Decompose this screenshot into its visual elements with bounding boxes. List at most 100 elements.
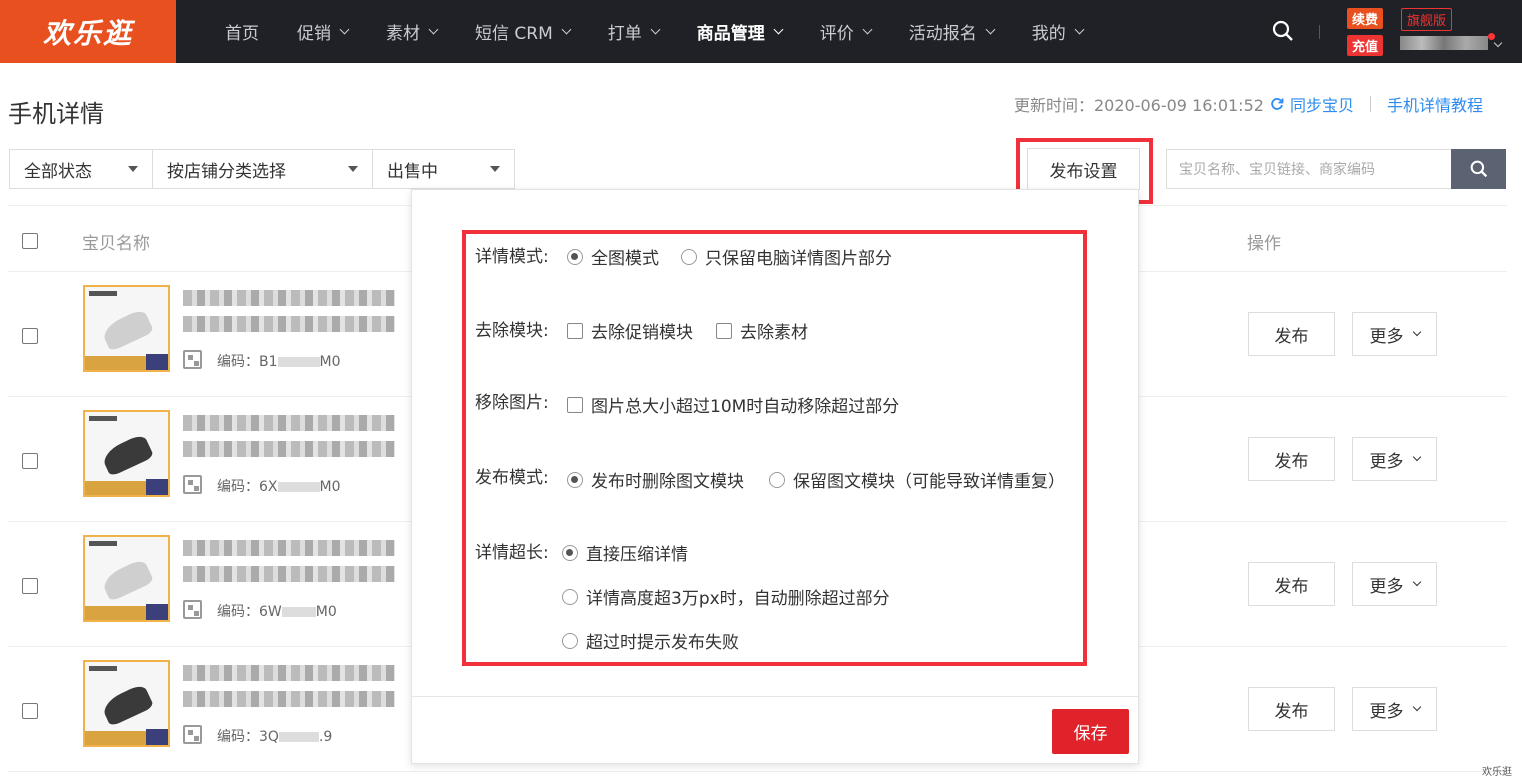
- checkbox-auto-remove-images[interactable]: 图片总大小超过10M时自动移除超过部分: [567, 392, 899, 417]
- code-prefix: 编码：: [217, 729, 259, 745]
- qr-code-icon[interactable]: [183, 350, 202, 369]
- nav-label: 活动报名: [908, 24, 977, 44]
- renew-badge[interactable]: 续费: [1347, 8, 1384, 29]
- shoe-image: [99, 683, 155, 727]
- product-title-blurred[interactable]: [183, 566, 395, 582]
- option-label: 去除促销模块: [591, 323, 693, 343]
- nav-item-sms-crm[interactable]: 短信 CRM: [475, 19, 572, 44]
- save-button[interactable]: 保存: [1052, 709, 1129, 754]
- qr-code-icon[interactable]: [183, 725, 202, 744]
- filter-bar: 全部状态 按店铺分类选择 出售中: [9, 149, 515, 189]
- radio-keep-graphic-module[interactable]: 保留图文模块（可能导致详情重复）: [769, 467, 1065, 492]
- product-title-blurred[interactable]: [183, 540, 395, 556]
- sync-goods-link[interactable]: 同步宝贝: [1290, 92, 1354, 116]
- product-title-blurred[interactable]: [183, 316, 395, 332]
- nav-item-mine[interactable]: 我的: [1032, 19, 1085, 44]
- sync-icon[interactable]: [1270, 97, 1284, 111]
- update-info: 更新时间：2020-06-09 16:01:52 同步宝贝 手机详情教程: [1014, 92, 1483, 116]
- radio-delete-graphic-module[interactable]: 发布时删除图文模块: [567, 467, 744, 492]
- more-label: 更多: [1369, 451, 1404, 472]
- chevron-down-icon[interactable]: [1493, 38, 1503, 48]
- radio-pc-images-only[interactable]: 只保留电脑详情图片部分: [681, 244, 892, 269]
- code-end: M0: [319, 354, 341, 370]
- watermark: 欢乐逛: [1482, 767, 1512, 778]
- checkbox-remove-material[interactable]: 去除素材: [716, 318, 808, 343]
- row-checkbox[interactable]: [22, 328, 38, 344]
- product-title-blurred[interactable]: [183, 441, 395, 457]
- checkbox-remove-promo-module[interactable]: 去除促销模块: [567, 318, 693, 343]
- chevron-down-icon: [1412, 577, 1421, 587]
- row-checkbox[interactable]: [22, 578, 38, 594]
- checkbox: [567, 322, 583, 339]
- select-value: 按店铺分类选择: [167, 161, 286, 182]
- nav-item-reviews[interactable]: 评价: [820, 19, 873, 44]
- product-title-blurred[interactable]: [183, 290, 395, 306]
- product-title-blurred[interactable]: [183, 691, 395, 707]
- publish-settings-button[interactable]: 发布设置: [1027, 148, 1140, 190]
- chevron-down-icon: [773, 24, 784, 35]
- chevron-down-icon: [650, 24, 661, 35]
- qr-code-icon[interactable]: [183, 475, 202, 494]
- sale-state-select[interactable]: 出售中: [372, 149, 515, 189]
- nav-label: 商品管理: [696, 24, 765, 44]
- select-all-checkbox[interactable]: [22, 233, 38, 249]
- radio-selected: [562, 544, 578, 561]
- radio-full-image-mode[interactable]: 全图模式: [567, 244, 659, 269]
- publish-button[interactable]: 发布: [1248, 437, 1335, 481]
- product-title-blurred[interactable]: [183, 415, 395, 431]
- product-thumbnail[interactable]: [83, 410, 170, 497]
- shoe-image: [99, 433, 155, 477]
- radio-prompt-publish-fail[interactable]: 超过时提示发布失败: [562, 628, 739, 653]
- column-header-action: 操作: [1247, 234, 1281, 254]
- nav-item-activity-signup[interactable]: 活动报名: [908, 19, 996, 44]
- code-blurred: [277, 357, 320, 367]
- user-name-blurred[interactable]: [1400, 36, 1488, 50]
- nav-item-home[interactable]: 首页: [225, 19, 259, 44]
- row-checkbox[interactable]: [22, 453, 38, 469]
- nav-label: 促销: [297, 24, 331, 44]
- radio-compress-detail[interactable]: 直接压缩详情: [562, 540, 688, 565]
- product-thumbnail[interactable]: [83, 535, 170, 622]
- row-checkbox[interactable]: [22, 703, 38, 719]
- nav-item-material[interactable]: 素材: [386, 19, 439, 44]
- caret-down-icon: [128, 166, 138, 172]
- recharge-badge[interactable]: 充值: [1347, 35, 1384, 56]
- product-thumbnail[interactable]: [83, 660, 170, 747]
- status-select[interactable]: 全部状态: [9, 149, 153, 189]
- publish-button[interactable]: 发布: [1248, 687, 1335, 731]
- publish-button[interactable]: 发布: [1248, 312, 1335, 356]
- option-label: 超过时提示发布失败: [586, 633, 739, 653]
- search-icon[interactable]: [1272, 20, 1294, 42]
- code-blurred: [281, 607, 316, 617]
- radio-unselected: [562, 588, 578, 605]
- radio-auto-delete-excess[interactable]: 详情高度超3万px时，自动删除超过部分: [562, 584, 890, 609]
- product-title-blurred[interactable]: [183, 665, 395, 681]
- nav-item-print[interactable]: 打单: [607, 19, 661, 44]
- thumb-strip: [146, 604, 168, 620]
- nav-item-goods-management[interactable]: 商品管理: [696, 19, 784, 44]
- radio-selected: [567, 248, 583, 265]
- search-input[interactable]: 宝贝名称、宝贝链接、商家编码: [1166, 149, 1452, 189]
- thumb-logo: [89, 541, 117, 546]
- category-select[interactable]: 按店铺分类选择: [152, 149, 373, 189]
- code-end: .9: [318, 729, 333, 745]
- radio-unselected: [769, 471, 785, 488]
- more-button[interactable]: 更多: [1352, 562, 1437, 606]
- more-button[interactable]: 更多: [1352, 312, 1437, 356]
- divider: [1319, 25, 1320, 39]
- qr-code-icon[interactable]: [183, 600, 202, 619]
- nav-label: 打单: [607, 24, 642, 44]
- product-code: 编码：6X M0: [217, 476, 341, 496]
- radio-unselected: [562, 632, 578, 649]
- radio-unselected: [681, 248, 697, 265]
- logo[interactable]: 欢乐逛: [0, 0, 176, 63]
- nav-item-promotion[interactable]: 促销: [297, 19, 350, 44]
- publish-button[interactable]: 发布: [1248, 562, 1335, 606]
- tutorial-link[interactable]: 手机详情教程: [1387, 92, 1483, 116]
- more-button[interactable]: 更多: [1352, 437, 1437, 481]
- thumb-strip: [146, 479, 168, 495]
- option-label: 发布时删除图文模块: [591, 472, 744, 492]
- search-button[interactable]: [1451, 149, 1506, 189]
- more-button[interactable]: 更多: [1352, 687, 1437, 731]
- product-thumbnail[interactable]: [83, 285, 170, 372]
